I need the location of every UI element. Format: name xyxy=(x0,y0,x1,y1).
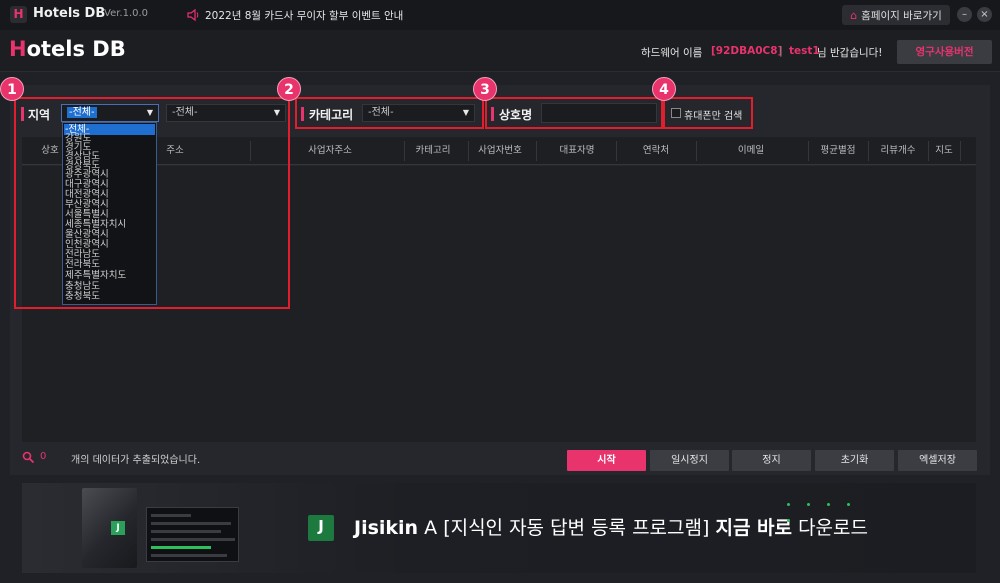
logo: Hotels DB xyxy=(9,37,126,61)
separator: | xyxy=(779,44,783,57)
column-header[interactable]: 카테고리 xyxy=(404,137,462,165)
annotation-badge: 1 xyxy=(0,77,24,101)
hardware-label: 하드웨어 이름 xyxy=(641,47,703,59)
column-divider xyxy=(928,141,929,161)
dropdown-option[interactable]: 충청북도 xyxy=(65,291,100,302)
app-title: Hotels DB xyxy=(33,6,106,21)
annotation-badge: 4 xyxy=(652,77,676,101)
jisikin-logo: J xyxy=(308,515,334,541)
license-button[interactable]: 영구사용버전 xyxy=(897,40,992,64)
annotation-badge: 2 xyxy=(277,77,301,101)
minimize-button[interactable]: – xyxy=(957,7,972,22)
column-header[interactable]: 대표자명 xyxy=(538,137,616,165)
column-divider xyxy=(616,141,617,161)
hardware-value: [92DBA0C8] xyxy=(711,45,783,57)
column-header[interactable]: 연락처 xyxy=(618,137,694,165)
user-id: test1 xyxy=(789,45,820,57)
app-version: Ver.1.0.0 xyxy=(104,8,149,19)
dropdown-option[interactable]: 제주특별자치도 xyxy=(65,270,126,281)
speaker-icon xyxy=(187,8,199,22)
column-divider xyxy=(536,141,537,161)
column-divider xyxy=(808,141,809,161)
annotation-box-category xyxy=(295,97,484,129)
annotation-badge: 3 xyxy=(473,77,497,101)
annotation-box-mobile xyxy=(663,97,753,129)
column-header[interactable]: 리뷰개수 xyxy=(868,137,928,165)
product-box-image xyxy=(82,488,137,568)
product-screenshot-image xyxy=(146,507,239,562)
pause-button[interactable]: 일시정지 xyxy=(650,450,729,471)
event-notice-link[interactable]: 2022년 8월 카드사 무이자 할부 이벤트 안내 xyxy=(205,8,403,23)
homepage-button-label: 홈페이지 바로가기 xyxy=(861,9,942,22)
column-header[interactable]: 사업자주소 xyxy=(290,137,370,165)
banner-headline: Jisikin A [지식인 자동 답변 등록 프로그램] 지금 바로 다운로드 xyxy=(354,517,868,539)
reset-button[interactable]: 초기화 xyxy=(815,450,894,471)
column-divider xyxy=(404,141,405,161)
homepage-button[interactable]: ⌂ 홈페이지 바로가기 xyxy=(842,5,950,25)
product-box-logo: J xyxy=(111,521,125,535)
home-icon: ⌂ xyxy=(850,8,858,22)
start-button[interactable]: 시작 xyxy=(567,450,646,471)
column-divider xyxy=(960,141,961,161)
dropdown-option[interactable]: 전라북도 xyxy=(65,259,100,270)
stop-button[interactable]: 정지 xyxy=(732,450,811,471)
column-header[interactable]: 사업자번호 xyxy=(468,137,532,165)
column-header[interactable]: 평균별점 xyxy=(808,137,868,165)
column-divider xyxy=(868,141,869,161)
app-icon: H xyxy=(10,6,27,23)
welcome-text: 님 반갑습니다! xyxy=(817,47,883,59)
search-icon xyxy=(22,451,35,464)
annotation-box-bizname xyxy=(485,97,663,129)
column-divider xyxy=(696,141,697,161)
result-count: 0 xyxy=(40,451,47,462)
column-header[interactable]: 지도 xyxy=(928,137,960,165)
excel-save-button[interactable]: 엑셀저장 xyxy=(898,450,977,471)
close-button[interactable]: × xyxy=(977,7,992,22)
column-header[interactable]: 이메일 xyxy=(696,137,806,165)
region-dropdown-list[interactable]: -전체- 강원도 경기도 경상남도 경상북도 광주광역시 대구광역시 대전광역시… xyxy=(62,122,157,305)
column-divider xyxy=(468,141,469,161)
status-text: 개의 데이터가 추출되었습니다. xyxy=(71,455,201,466)
